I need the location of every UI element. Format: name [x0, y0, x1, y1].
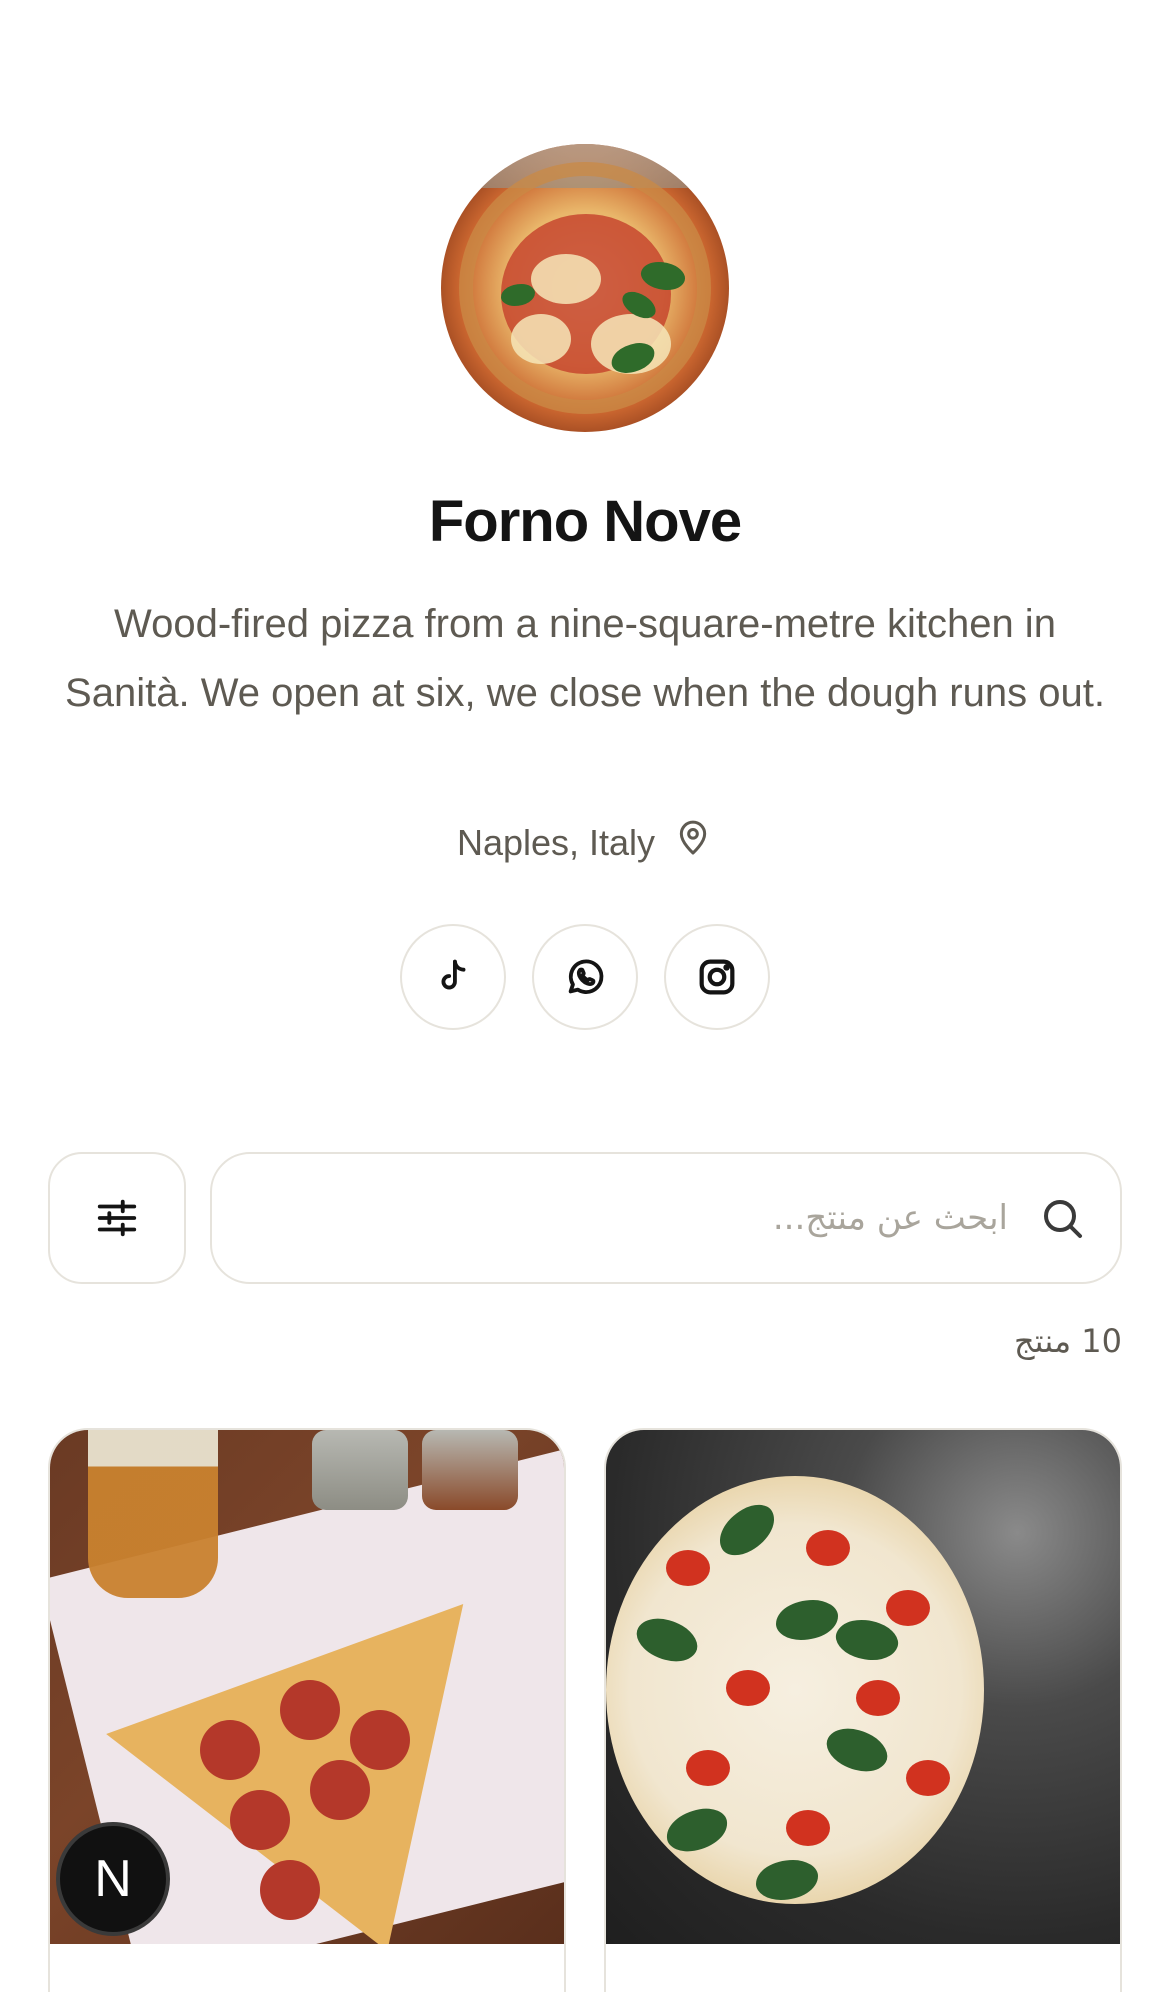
filter-button[interactable]: [48, 1152, 186, 1284]
search-icon[interactable]: [1038, 1194, 1086, 1242]
whatsapp-icon: [568, 959, 604, 994]
profile-bio: Wood-fired pizza from a nine-square-metr…: [65, 602, 1105, 715]
location-text: Naples, Italy: [456, 821, 656, 863]
instagram-icon: [699, 959, 735, 995]
search-input[interactable]: [246, 1198, 1008, 1238]
tiktok-button[interactable]: [400, 924, 506, 1030]
product-card[interactable]: [604, 1428, 1122, 1992]
instagram-button[interactable]: [664, 924, 770, 1030]
profile-name: Forno Nove: [428, 489, 742, 554]
search-bar: [210, 1152, 1122, 1284]
profile-location: Naples, Italy: [0, 818, 1170, 867]
tiktok-icon: [441, 959, 466, 990]
profile-avatar: [441, 144, 729, 432]
margherita-pizza-image: [606, 1430, 1120, 1944]
map-pin-icon: [673, 818, 713, 867]
results-count: 10 منتج: [1014, 1322, 1122, 1360]
badge-letter: N: [94, 1850, 132, 1908]
social-links: [0, 924, 1170, 1030]
sliders-icon: [97, 1199, 137, 1237]
whatsapp-button[interactable]: [532, 924, 638, 1030]
brand-badge[interactable]: N: [56, 1822, 170, 1936]
